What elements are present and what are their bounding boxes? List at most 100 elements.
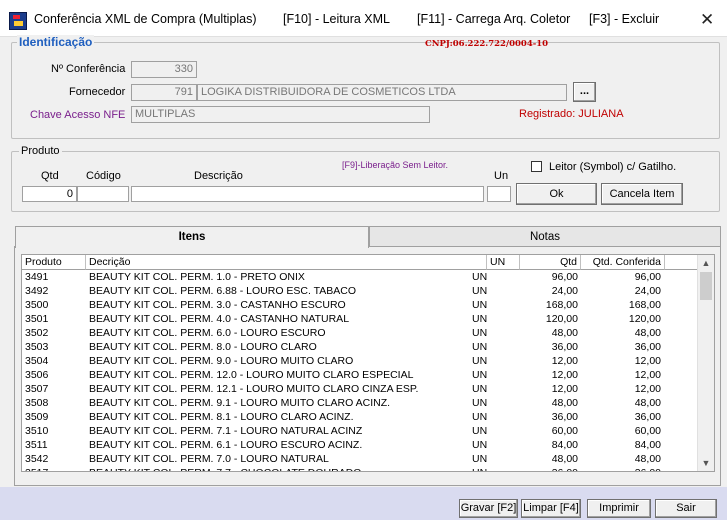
table-row[interactable]: 3491 BEAUTY KIT COL. PERM. 1.0 - PRETO ON… bbox=[22, 270, 698, 284]
cell-qtd: 36,00 bbox=[551, 411, 578, 423]
qtd-input[interactable]: 0 bbox=[22, 186, 77, 202]
app-icon bbox=[9, 12, 27, 30]
cell-qtd: 36,00 bbox=[551, 341, 578, 353]
conferencia-label: Nº Conferência bbox=[51, 63, 126, 75]
table-row[interactable]: 3511 BEAUTY KIT COL. PERM. 6.1 - LOURO ES… bbox=[22, 438, 698, 452]
cell-un: UN bbox=[472, 355, 488, 367]
cell-qtd-conferida: 12,00 bbox=[634, 355, 661, 367]
cell-produto: 3507 bbox=[25, 383, 49, 395]
scroll-down-icon[interactable]: ▼ bbox=[698, 455, 714, 471]
gravar-button[interactable]: Gravar [F2] bbox=[459, 499, 518, 518]
cell-qtd: 12,00 bbox=[551, 369, 578, 381]
cell-descricao: BEAUTY KIT COL. PERM. 7.1 - LOURO NATURA… bbox=[89, 425, 363, 437]
tab-notas[interactable]: Notas bbox=[369, 226, 721, 247]
header-qtd[interactable]: Qtd bbox=[520, 255, 581, 270]
cell-descricao: BEAUTY KIT COL. PERM. 6.1 - LOURO ESCURO… bbox=[89, 439, 363, 451]
cell-descricao: BEAUTY KIT COL. PERM. 9.1 - LOURO MUITO … bbox=[89, 397, 391, 409]
cell-qtd-conferida: 48,00 bbox=[634, 327, 661, 339]
cell-qtd-conferida: 48,00 bbox=[634, 397, 661, 409]
cell-produto: 3542 bbox=[25, 453, 49, 465]
cell-produto: 3492 bbox=[25, 285, 49, 297]
table-row[interactable]: 3517 BEAUTY KIT COL. PERM. 7.7 - CHOCOLAT… bbox=[22, 466, 698, 471]
table-row[interactable]: 3501 BEAUTY KIT COL. PERM. 4.0 - CASTANHO… bbox=[22, 312, 698, 326]
title-bar: Conferência XML de Compra (Multiplas) [F… bbox=[0, 0, 727, 37]
cell-produto: 3504 bbox=[25, 355, 49, 367]
table-row[interactable]: 3492 BEAUTY KIT COL. PERM. 6.88 - LOURO E… bbox=[22, 284, 698, 298]
cell-qtd-conferida: 96,00 bbox=[634, 271, 661, 283]
table-row[interactable]: 3509 BEAUTY KIT COL. PERM. 8.1 - LOURO CL… bbox=[22, 410, 698, 424]
produto-legend: Produto bbox=[19, 145, 62, 157]
cell-qtd-conferida: 48,00 bbox=[634, 453, 661, 465]
descricao-label: Descrição bbox=[194, 170, 243, 182]
table-row[interactable]: 3502 BEAUTY KIT COL. PERM. 6.0 - LOURO ES… bbox=[22, 326, 698, 340]
imprimir-button[interactable]: Imprimir bbox=[587, 499, 651, 518]
table-row[interactable]: 3504 BEAUTY KIT COL. PERM. 9.0 - LOURO MU… bbox=[22, 354, 698, 368]
header-descricao[interactable]: Decrição bbox=[86, 255, 487, 270]
cell-qtd: 96,00 bbox=[551, 271, 578, 283]
table-row[interactable]: 3506 BEAUTY KIT COL. PERM. 12.0 - LOURO M… bbox=[22, 368, 698, 382]
scroll-thumb[interactable] bbox=[700, 272, 712, 300]
table-row[interactable]: 3500 BEAUTY KIT COL. PERM. 3.0 - CASTANHO… bbox=[22, 298, 698, 312]
cell-un: UN bbox=[472, 383, 488, 395]
codigo-label: Código bbox=[86, 170, 121, 182]
cell-produto: 3506 bbox=[25, 369, 49, 381]
table-row[interactable]: 3503 BEAUTY KIT COL. PERM. 8.0 - LOURO CL… bbox=[22, 340, 698, 354]
cell-produto: 3509 bbox=[25, 411, 49, 423]
conferencia-field: 330 bbox=[131, 61, 197, 78]
cell-qtd-conferida: 36,00 bbox=[634, 341, 661, 353]
cell-descricao: BEAUTY KIT COL. PERM. 8.0 - LOURO CLARO bbox=[89, 341, 317, 353]
cell-qtd-conferida: 12,00 bbox=[634, 369, 661, 381]
cell-qtd: 12,00 bbox=[551, 383, 578, 395]
cell-qtd: 36,00 bbox=[520, 466, 578, 471]
cell-qtd: 24,00 bbox=[551, 285, 578, 297]
tab-itens[interactable]: Itens bbox=[15, 226, 369, 248]
cell-un: UN bbox=[472, 453, 488, 465]
cell-un: UN bbox=[472, 299, 488, 311]
cell-un: UN bbox=[472, 327, 488, 339]
chave-acesso-label: Chave Acesso NFE bbox=[30, 109, 126, 121]
cell-qtd-conferida: 60,00 bbox=[634, 425, 661, 437]
header-produto[interactable]: Produto bbox=[22, 255, 86, 270]
descricao-input[interactable] bbox=[131, 186, 484, 202]
cell-produto: 3511 bbox=[25, 439, 48, 451]
header-qtd-conferida[interactable]: Qtd. Conferida bbox=[581, 255, 665, 270]
limpar-button[interactable]: Limpar [F4] bbox=[521, 499, 581, 518]
cell-un: UN bbox=[472, 397, 488, 409]
cell-qtd: 12,00 bbox=[551, 355, 578, 367]
cell-descricao: BEAUTY KIT COL. PERM. 3.0 - CASTANHO ESC… bbox=[89, 299, 346, 311]
un-input[interactable] bbox=[487, 186, 511, 202]
cell-un: UN bbox=[472, 341, 488, 353]
table-row[interactable]: 3542 BEAUTY KIT COL. PERM. 7.0 - LOURO NA… bbox=[22, 452, 698, 466]
identificacao-legend: Identificação bbox=[17, 35, 95, 49]
ok-button[interactable]: Ok bbox=[516, 183, 597, 205]
header-spacer bbox=[665, 255, 698, 270]
cancela-item-button[interactable]: Cancela Item bbox=[601, 183, 683, 205]
sair-button[interactable]: Sair bbox=[655, 499, 717, 518]
cell-produto: 3501 bbox=[25, 313, 49, 325]
cell-qtd-conferida: 84,00 bbox=[634, 439, 661, 451]
cell-produto: 3491 bbox=[25, 271, 49, 283]
cell-descricao: BEAUTY KIT COL. PERM. 1.0 - PRETO ONIX bbox=[89, 271, 305, 283]
cell-un: UN bbox=[472, 466, 502, 471]
grid-scrollbar[interactable]: ▲ ▼ bbox=[697, 255, 714, 471]
codigo-input[interactable] bbox=[77, 186, 129, 202]
table-row[interactable]: 3507 BEAUTY KIT COL. PERM. 12.1 - LOURO M… bbox=[22, 382, 698, 396]
close-icon[interactable]: ✕ bbox=[700, 10, 714, 30]
cell-produto: 3508 bbox=[25, 397, 49, 409]
cell-qtd: 120,00 bbox=[545, 313, 578, 325]
liberacao-text: [F9]-Liberação Sem Leitor. bbox=[342, 160, 449, 170]
fornecedor-code-field[interactable]: 791 bbox=[131, 84, 197, 101]
chave-acesso-field[interactable]: MULTIPLAS bbox=[131, 106, 430, 123]
leitor-checkbox[interactable] bbox=[531, 161, 542, 172]
scroll-up-icon[interactable]: ▲ bbox=[698, 255, 714, 271]
cell-un: UN bbox=[472, 411, 488, 423]
fornecedor-name-field: LOGIKA DISTRIBUIDORA DE COSMETICOS LTDA bbox=[197, 84, 567, 101]
fornecedor-lookup-button[interactable]: ... bbox=[573, 82, 596, 102]
window-title: Conferência XML de Compra (Multiplas) bbox=[34, 12, 257, 26]
table-row[interactable]: 3508 BEAUTY KIT COL. PERM. 9.1 - LOURO MU… bbox=[22, 396, 698, 410]
cell-descricao: BEAUTY KIT COL. PERM. 8.1 - LOURO CLARO … bbox=[89, 411, 354, 423]
un-label: Un bbox=[494, 170, 509, 182]
table-row[interactable]: 3510 BEAUTY KIT COL. PERM. 7.1 - LOURO NA… bbox=[22, 424, 698, 438]
header-un[interactable]: UN bbox=[487, 255, 520, 270]
shortcut-leitura-xml: [F10] - Leitura XML bbox=[283, 12, 390, 26]
